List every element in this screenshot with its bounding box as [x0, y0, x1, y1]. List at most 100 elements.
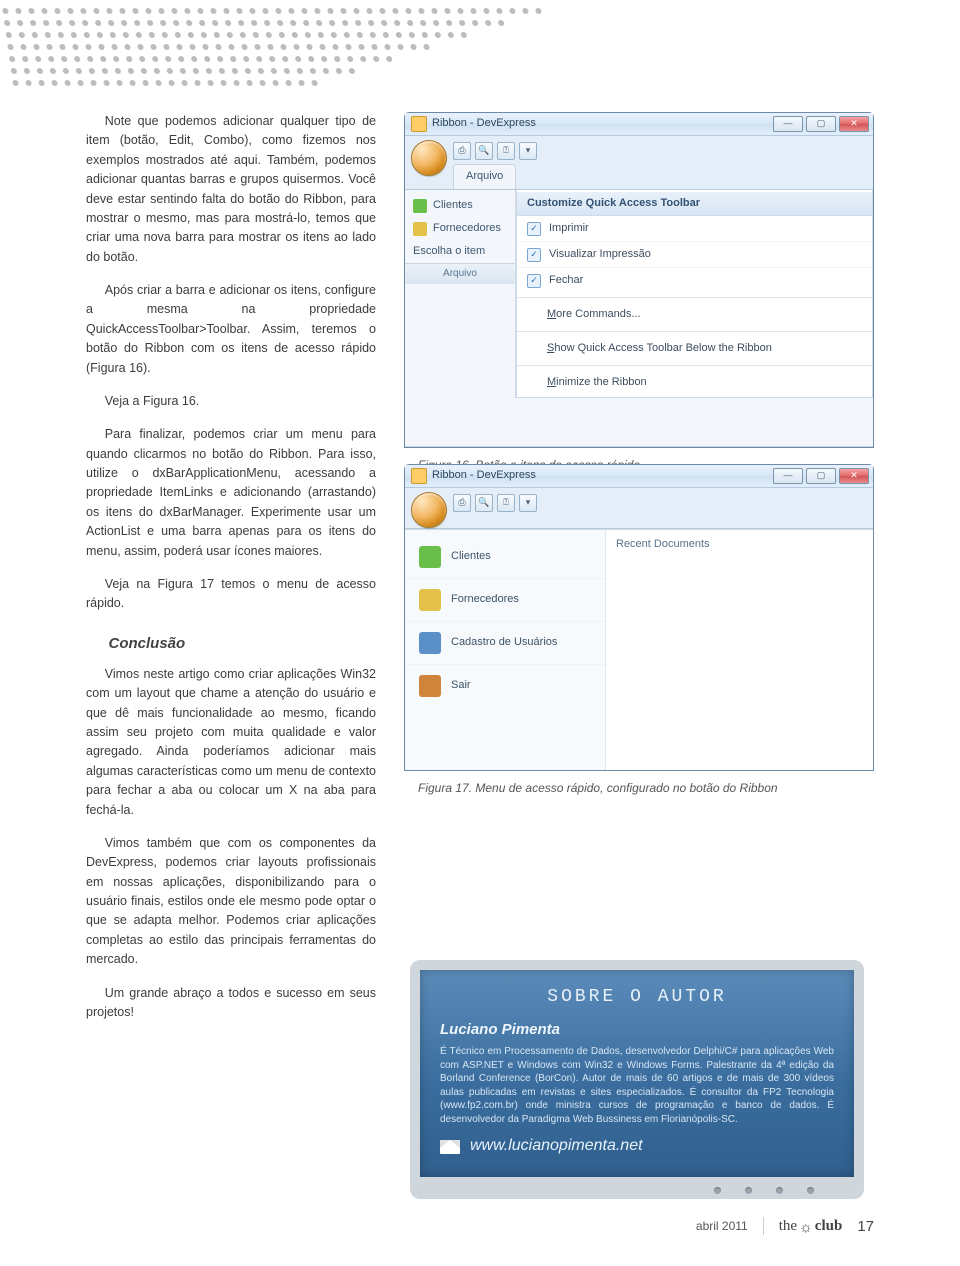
paragraph: Veja na Figura 17 temos o menu de acesso…	[86, 575, 376, 614]
recent-documents-header: Recent Documents	[616, 536, 863, 553]
menu-item-imprimir[interactable]: ✓ Imprimir	[517, 216, 872, 241]
author-site-link[interactable]: www.lucianopimenta.net	[470, 1134, 643, 1159]
monitor-led	[745, 1187, 752, 1194]
menu-item-more-commands[interactable]: More Commands...	[517, 302, 872, 327]
minimize-button[interactable]: —	[773, 468, 803, 484]
qat-customize-menu: Customize Quick Access Toolbar ✓ Imprimi…	[516, 190, 873, 398]
menu-item-fechar[interactable]: ✓ Fechar	[517, 267, 872, 293]
qat-preview-icon[interactable]: 🔍	[475, 142, 493, 160]
menu-label: Clientes	[451, 548, 491, 565]
divider	[763, 1217, 764, 1235]
ribbon-orb-button[interactable]	[411, 492, 447, 528]
window-ribbon-devexpress: Ribbon - DevExpress — ▢ ✕ ⎙ 🔍 ⍰ ▾	[404, 464, 874, 771]
supplier-icon	[413, 222, 427, 236]
brand-pre: the	[779, 1218, 797, 1234]
supplier-icon	[419, 589, 441, 611]
item-label: Fornecedores	[433, 220, 501, 237]
qat-customize-dropdown[interactable]: ▾	[519, 494, 537, 512]
users-icon	[419, 632, 441, 654]
about-title: SOBRE O AUTOR	[434, 984, 840, 1012]
ribbon-orb-button[interactable]	[411, 140, 447, 176]
exit-icon	[419, 675, 441, 697]
paragraph: Um grande abraço a todos e sucesso em se…	[86, 984, 376, 1023]
ribbon-item-fornecedores[interactable]: Fornecedores	[405, 217, 515, 240]
qat-customize-dropdown[interactable]: ▾	[519, 142, 537, 160]
menu-label: Show Quick Access Toolbar Below the Ribb…	[547, 340, 772, 357]
author-box: SOBRE O AUTOR Luciano Pimenta É Técnico …	[410, 960, 880, 1199]
qat-close-icon[interactable]: ⍰	[497, 142, 515, 160]
qat-print-icon[interactable]: ⎙	[453, 142, 471, 160]
figure-16: Ribbon - DevExpress — ▢ ✕ ⎙ 🔍 ⍰ ▾ Arquiv…	[404, 112, 874, 475]
person-icon	[413, 199, 427, 213]
quick-access-toolbar: ⎙ 🔍 ⍰ ▾	[453, 494, 867, 512]
sun-icon: ☼	[799, 1217, 813, 1240]
window-ribbon-devexpress: Ribbon - DevExpress — ▢ ✕ ⎙ 🔍 ⍰ ▾ Arquiv…	[404, 112, 874, 448]
check-icon: ✓	[527, 274, 541, 288]
ribbon-tab-arquivo[interactable]: Arquivo	[453, 164, 516, 189]
menu-label: Sair	[451, 677, 471, 694]
close-button[interactable]: ✕	[839, 468, 869, 484]
menu-label: More Commands...	[547, 306, 641, 323]
qat-close-icon[interactable]: ⍰	[497, 494, 515, 512]
ribbon-item-clientes[interactable]: Clientes	[405, 194, 515, 217]
menu-label: Fechar	[549, 272, 583, 289]
menu-label: Cadastro de Usuários	[451, 634, 557, 651]
menu-item-visualizar[interactable]: ✓ Visualizar Impressão	[517, 241, 872, 267]
author-bio: É Técnico em Processamento de Dados, des…	[440, 1045, 834, 1126]
appmenu-item-clientes[interactable]: Clientes	[405, 536, 605, 578]
footer-date: abril 2011	[696, 1217, 748, 1236]
menu-item-minimize-ribbon[interactable]: Minimize the Ribbon	[517, 370, 872, 395]
app-icon	[411, 468, 427, 484]
menu-label: Imprimir	[549, 220, 589, 237]
figure-17: Ribbon - DevExpress — ▢ ✕ ⎙ 🔍 ⍰ ▾	[404, 464, 874, 798]
quick-access-toolbar: ⎙ 🔍 ⍰ ▾	[453, 142, 867, 160]
paragraph: Vimos também que com os componentes da D…	[86, 834, 376, 970]
figure-caption: Figura 17. Menu de acesso rápido, config…	[418, 779, 874, 798]
ribbon-item-escolha[interactable]: Escolha o item	[405, 240, 515, 263]
window-title: Ribbon - DevExpress	[432, 115, 536, 132]
heading-conclusao: Conclusão	[109, 632, 377, 655]
page-number: 17	[857, 1215, 874, 1238]
item-label: Clientes	[433, 197, 473, 214]
window-title: Ribbon - DevExpress	[432, 467, 536, 484]
application-menu: Clientes Fornecedores Cadastro de Usuári…	[405, 529, 873, 770]
menu-header: Customize Quick Access Toolbar	[517, 192, 872, 216]
menu-separator	[517, 297, 872, 298]
monitor-led	[776, 1187, 783, 1194]
app-icon	[411, 116, 427, 132]
decorative-dots: (function(){ var host = document.current…	[2, 8, 564, 93]
article-body: Note que podemos adicionar qualquer tipo…	[86, 112, 376, 1036]
paragraph: Após criar a barra e adicionar os itens,…	[86, 281, 376, 378]
ribbon-group-arquivo: Clientes Fornecedores Escolha o item Arq…	[405, 190, 516, 398]
qat-print-icon[interactable]: ⎙	[453, 494, 471, 512]
maximize-button[interactable]: ▢	[806, 116, 836, 132]
page-footer: abril 2011 the☼club 17	[696, 1215, 874, 1238]
paragraph: Vimos neste artigo como criar aplicações…	[86, 665, 376, 820]
menu-label: Visualizar Impressão	[549, 246, 651, 263]
person-icon	[419, 546, 441, 568]
group-caption: Arquivo	[405, 263, 515, 284]
menu-separator	[517, 365, 872, 366]
appmenu-item-sair[interactable]: Sair	[405, 664, 605, 707]
check-icon: ✓	[527, 222, 541, 236]
mail-icon	[440, 1140, 460, 1154]
monitor-led	[807, 1187, 814, 1194]
qat-preview-icon[interactable]: 🔍	[475, 494, 493, 512]
paragraph: Veja a Figura 16.	[86, 392, 376, 411]
menu-label: Fornecedores	[451, 591, 519, 608]
paragraph: Note que podemos adicionar qualquer tipo…	[86, 112, 376, 267]
brand-logo: the☼club	[779, 1215, 843, 1238]
check-icon: ✓	[527, 248, 541, 262]
appmenu-item-cadastro-usuarios[interactable]: Cadastro de Usuários	[405, 621, 605, 664]
menu-item-show-below[interactable]: Show Quick Access Toolbar Below the Ribb…	[517, 336, 872, 361]
paragraph: Para finalizar, podemos criar um menu pa…	[86, 425, 376, 561]
menu-label: Minimize the Ribbon	[547, 374, 647, 391]
maximize-button[interactable]: ▢	[806, 468, 836, 484]
brand-post: club	[815, 1218, 843, 1234]
close-button[interactable]: ✕	[839, 116, 869, 132]
appmenu-item-fornecedores[interactable]: Fornecedores	[405, 578, 605, 621]
monitor-led	[714, 1187, 721, 1194]
item-label: Escolha o item	[413, 243, 485, 260]
minimize-button[interactable]: —	[773, 116, 803, 132]
author-name: Luciano Pimenta	[440, 1018, 840, 1041]
